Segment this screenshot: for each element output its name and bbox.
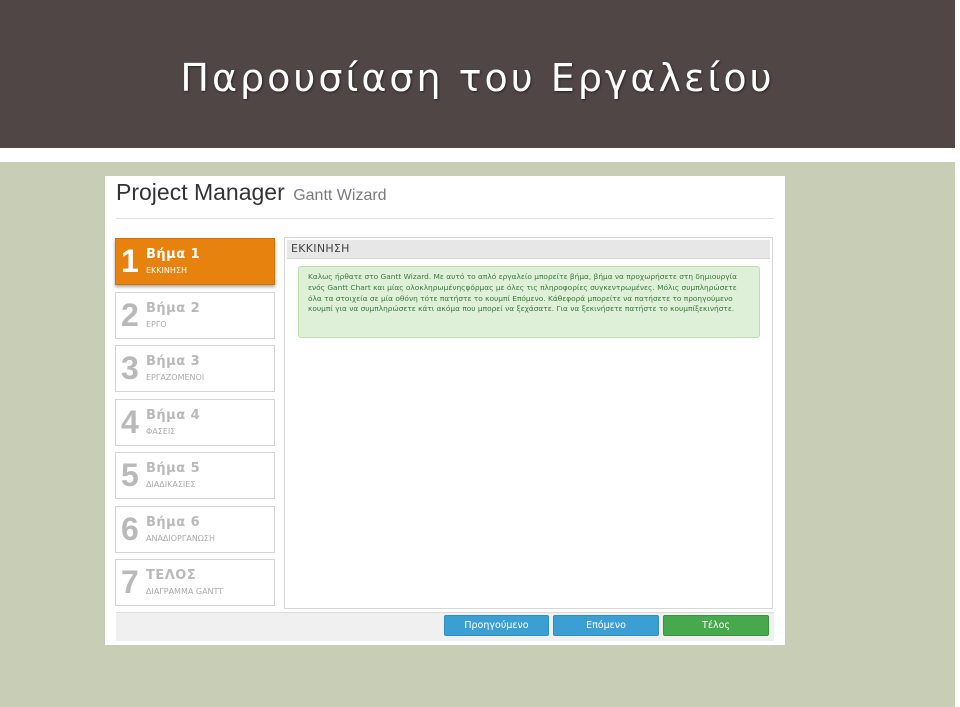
content-heading: ΕΚΚΙΝΗΣΗ	[291, 242, 350, 255]
step-number: 7	[121, 564, 139, 600]
step-desc: ΔΙΑΔΙΚΑΣΙΕΣ	[146, 480, 196, 489]
step-number: 3	[121, 350, 139, 386]
step-number: 1	[121, 243, 139, 279]
step-5[interactable]: 5 Βήμα 5 ΔΙΑΔΙΚΑΣΙΕΣ	[115, 452, 275, 499]
step-desc: ΔΙΑΓΡΑΜΜΑ GANTT	[146, 587, 224, 596]
next-button[interactable]: Επόμενο	[553, 615, 659, 636]
content-panel: ΕΚΚΙΝΗΣΗ Καλως ήρθατε στο Gantt Wizard. …	[284, 237, 773, 609]
step-name: Βήμα 6	[146, 514, 201, 530]
previous-button[interactable]: Προηγούμενο	[444, 615, 549, 636]
step-name: ΤΕΛΟΣ	[146, 568, 197, 583]
step-3[interactable]: 3 Βήμα 3 ΕΡΓΑΖΟΜΕΝΟΙ	[115, 345, 275, 392]
step-6[interactable]: 6 Βήμα 6 ΑΝΑΔΙΟΡΓΑΝΩΣΗ	[115, 505, 275, 553]
content-header: ΕΚΚΙΝΗΣΗ	[287, 240, 770, 259]
finish-button[interactable]: Τέλος	[663, 615, 769, 636]
step-name: Βήμα 1	[146, 247, 201, 262]
step-7[interactable]: 7 ΤΕΛΟΣ ΔΙΑΓΡΑΜΜΑ GANTT	[115, 559, 275, 606]
step-4[interactable]: 4 Βήμα 4 ΦΑΣΕΙΣ	[115, 398, 275, 446]
step-desc: ΕΡΓΟ	[146, 319, 167, 329]
step-name: Βήμα 4	[146, 407, 201, 423]
app-name: Project Manager	[116, 179, 285, 205]
step-number: 2	[121, 296, 139, 333]
step-2[interactable]: 2 Βήμα 2 ΕΡΓΟ	[115, 291, 275, 339]
step-number: 5	[121, 457, 139, 493]
title-divider	[116, 218, 774, 219]
app-subtitle: Gantt Wizard	[293, 187, 387, 204]
step-name: Βήμα 2	[146, 300, 201, 316]
step-desc: ΕΚΚΙΝΗΣΗ	[146, 266, 187, 275]
step-name: Βήμα 5	[146, 461, 201, 476]
step-list: 1 Βήμα 1 ΕΚΚΙΝΗΣΗ 2 Βήμα 2 ΕΡΓΟ 3 Βήμα 3…	[115, 238, 277, 613]
slide-header: Παρουσίαση του Εργαλείου	[0, 0, 955, 148]
step-desc: ΕΡΓΑΖΟΜΕΝΟΙ	[146, 373, 205, 382]
step-number: 6	[121, 510, 139, 547]
slide-title: Παρουσίαση του Εργαλείου	[180, 56, 775, 100]
step-number: 4	[121, 403, 139, 440]
app-title: Project Manager Gantt Wizard	[116, 179, 387, 206]
step-desc: ΦΑΣΕΙΣ	[146, 426, 176, 436]
step-1[interactable]: 1 Βήμα 1 ΕΚΚΙΝΗΣΗ	[115, 238, 275, 285]
welcome-message: Καλως ήρθατε στο Gantt Wizard. Με αυτό τ…	[298, 266, 760, 338]
step-desc: ΑΝΑΔΙΟΡΓΑΝΩΣΗ	[146, 533, 215, 543]
step-name: Βήμα 3	[146, 354, 201, 369]
wizard-window: Project Manager Gantt Wizard 1 Βήμα 1 ΕΚ…	[105, 176, 785, 645]
